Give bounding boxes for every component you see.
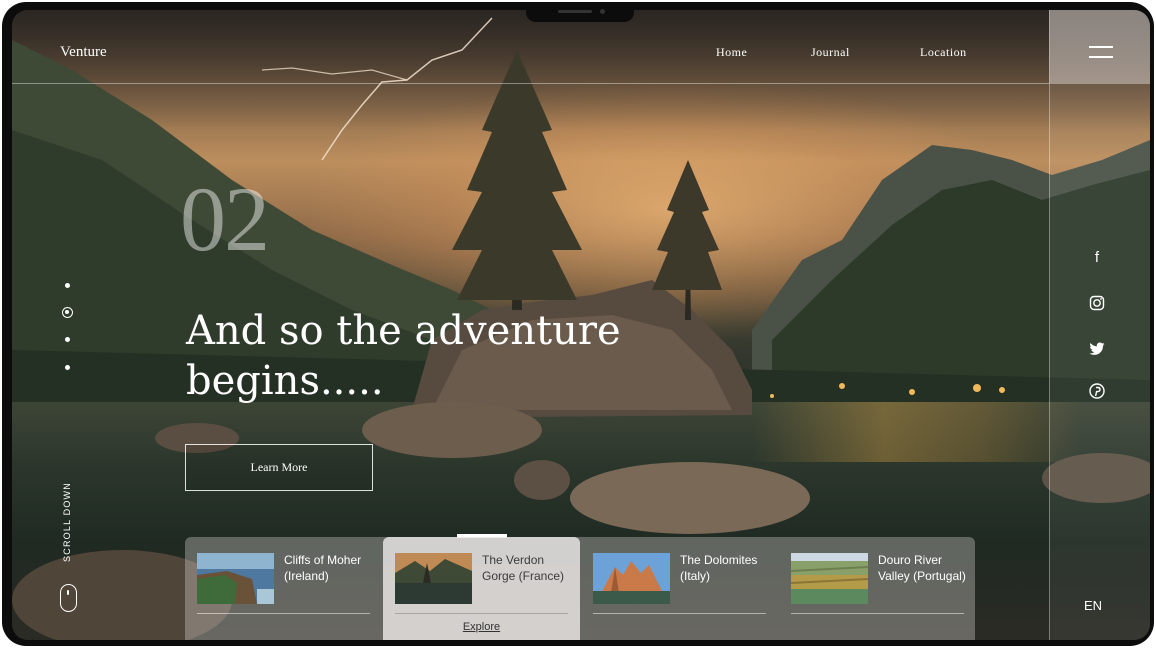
instagram-glyph [1089,295,1105,311]
instagram-icon[interactable] [1086,292,1108,314]
destination-card-douro-valley[interactable]: Douro River Valley (Portugal) [779,537,976,640]
card-title: Douro River Valley (Portugal) [878,553,966,583]
slide-dot-4[interactable] [65,365,70,370]
learn-more-button[interactable]: Learn More [185,444,373,491]
header-divider [12,83,1049,84]
pinterest-icon[interactable] [1086,380,1108,402]
explore-link[interactable]: Explore [383,621,580,633]
twitter-icon[interactable] [1086,338,1108,360]
language-selector[interactable]: EN [1084,598,1102,613]
card-divider [197,613,370,614]
headline-line-2: begins..... [186,358,384,404]
destination-card-dolomites[interactable]: The Dolomites (Italy) [581,537,778,640]
mouse-scroll-icon[interactable] [60,584,77,612]
card-divider [791,613,964,614]
nav-home[interactable]: Home [716,45,747,60]
cliffs-thumbnail-image [197,553,274,604]
card-thumbnail [395,553,472,604]
card-thumbnail [791,553,868,604]
slide-dot-2-active[interactable] [62,307,73,318]
facebook-icon[interactable]: f [1086,246,1108,268]
verdon-thumbnail-image [395,553,472,604]
card-title: The Dolomites (Italy) [680,553,758,583]
nav-location[interactable]: Location [920,45,967,60]
facebook-glyph: f [1094,248,1100,266]
destination-card-verdon-gorge[interactable]: The Verdon Gorge (France) Explore [383,537,580,640]
slide-dot-1[interactable] [65,283,70,288]
camera-dot [600,9,605,14]
screen: Venture Home Journal Location SCROLL DOW… [12,10,1150,640]
slide-dot-3[interactable] [65,337,70,342]
hamburger-menu-icon[interactable] [1089,46,1113,58]
twitter-glyph [1089,342,1105,355]
card-thumbnail [593,553,670,604]
card-thumbnail [197,553,274,604]
headline-line-1: And so the adventure [186,308,621,354]
card-divider [395,613,568,614]
slide-number: 02 [180,168,270,270]
scroll-down-label: SCROLL DOWN [62,482,72,562]
card-title: The Verdon Gorge (France) [482,553,565,583]
device-frame: Venture Home Journal Location SCROLL DOW… [2,2,1154,646]
hero-headline: And so the adventure begins..... [186,306,706,406]
destination-card-cliffs-of-moher[interactable]: Cliffs of Moher (Ireland) [185,537,382,640]
right-sidebar [1049,10,1150,640]
brand-logo[interactable]: Venture [60,44,107,61]
card-divider [593,613,766,614]
speaker-grille [558,10,592,13]
device-notch [526,2,634,22]
destination-cards: Cliffs of Moher (Ireland) The Verdon Gor… [185,537,975,640]
douro-thumbnail-image [791,553,868,604]
pinterest-glyph [1089,383,1105,399]
dolomites-thumbnail-image [593,553,670,604]
card-title: Cliffs of Moher (Ireland) [284,553,362,583]
nav-journal[interactable]: Journal [811,45,850,60]
